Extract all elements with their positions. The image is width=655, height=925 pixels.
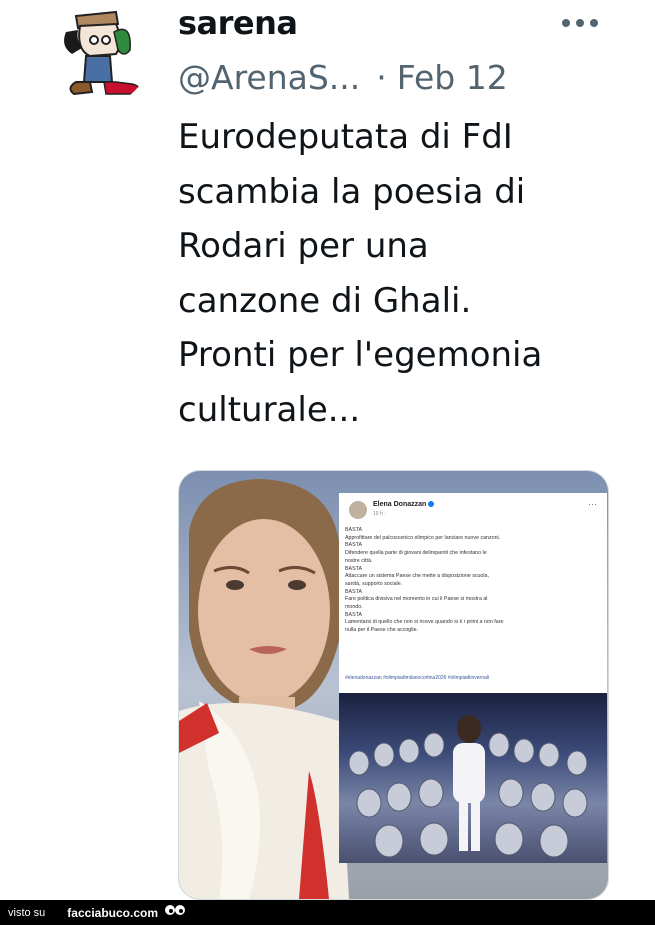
more-options-icon[interactable]	[562, 12, 606, 34]
post-date[interactable]: Feb 12	[397, 58, 508, 97]
tweet-text: Eurodeputata di FdI scambia la poesia di…	[178, 117, 543, 430]
meta-separator: ·	[376, 58, 387, 97]
fb-post-time: 19 h ·	[373, 511, 386, 517]
fb-author-name: Elena Donazzan	[373, 501, 435, 508]
fb-hashtags: #elenadonazzan #olimpiadimilanocortina20…	[345, 675, 489, 681]
fb-author-avatar	[349, 501, 367, 519]
author-meta: @ArenaS... · Feb 12	[178, 58, 508, 97]
footer-site-link[interactable]: facciabuco.com	[67, 906, 158, 920]
user-handle[interactable]: @ArenaS...	[178, 58, 360, 97]
tweet-media-image[interactable]: Elena Donazzan 19 h · ··· BASTA Approfit…	[178, 470, 609, 900]
facciabuco-logo-icon	[164, 903, 186, 922]
fb-more-icon: ···	[588, 499, 597, 509]
watermark-footer: visto su facciabuco.com	[0, 900, 655, 925]
performers-photo	[339, 693, 607, 863]
fb-post-body: BASTA Approfittare del palcoscenico olim…	[345, 527, 504, 634]
verified-badge-icon	[428, 501, 435, 508]
footer-via-text: visto su	[8, 906, 46, 919]
performers-crowd-image	[348, 715, 588, 858]
facebook-post-screenshot: Elena Donazzan 19 h · ··· BASTA Approfit…	[339, 493, 607, 693]
avatar[interactable]	[46, 2, 150, 106]
display-name[interactable]: sarena	[178, 4, 298, 42]
avatar-cartoon-image	[46, 2, 150, 106]
